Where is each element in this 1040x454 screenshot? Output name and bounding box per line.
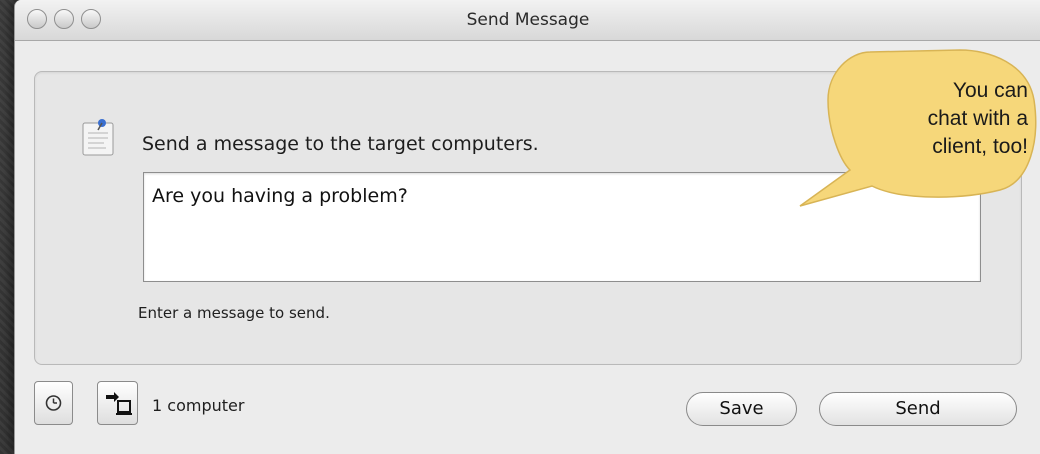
message-textarea[interactable]: Are you having a problem? bbox=[143, 172, 981, 282]
send-message-window: Send Message Send a message to the targe… bbox=[14, 0, 1040, 454]
hint-text: Enter a message to send. bbox=[138, 304, 330, 322]
window-title: Send Message bbox=[466, 10, 590, 30]
target-list-icon bbox=[106, 392, 132, 415]
title-bar: Send Message bbox=[15, 0, 1040, 41]
prompt-text: Send a message to the target computers. bbox=[142, 133, 539, 155]
save-button[interactable]: Save bbox=[686, 392, 797, 426]
callout-line: You can bbox=[952, 79, 1028, 102]
clock-icon bbox=[45, 395, 62, 411]
callout-line: chat with a bbox=[927, 107, 1028, 130]
callout-text: You can chat with a client, too! bbox=[838, 77, 1028, 161]
callout-line: client, too! bbox=[932, 135, 1028, 158]
note-icon bbox=[80, 117, 116, 157]
schedule-button[interactable] bbox=[34, 381, 73, 425]
show-targets-button[interactable] bbox=[97, 381, 138, 425]
computer-count: 1 computer bbox=[152, 396, 245, 415]
send-button[interactable]: Send bbox=[819, 392, 1017, 426]
